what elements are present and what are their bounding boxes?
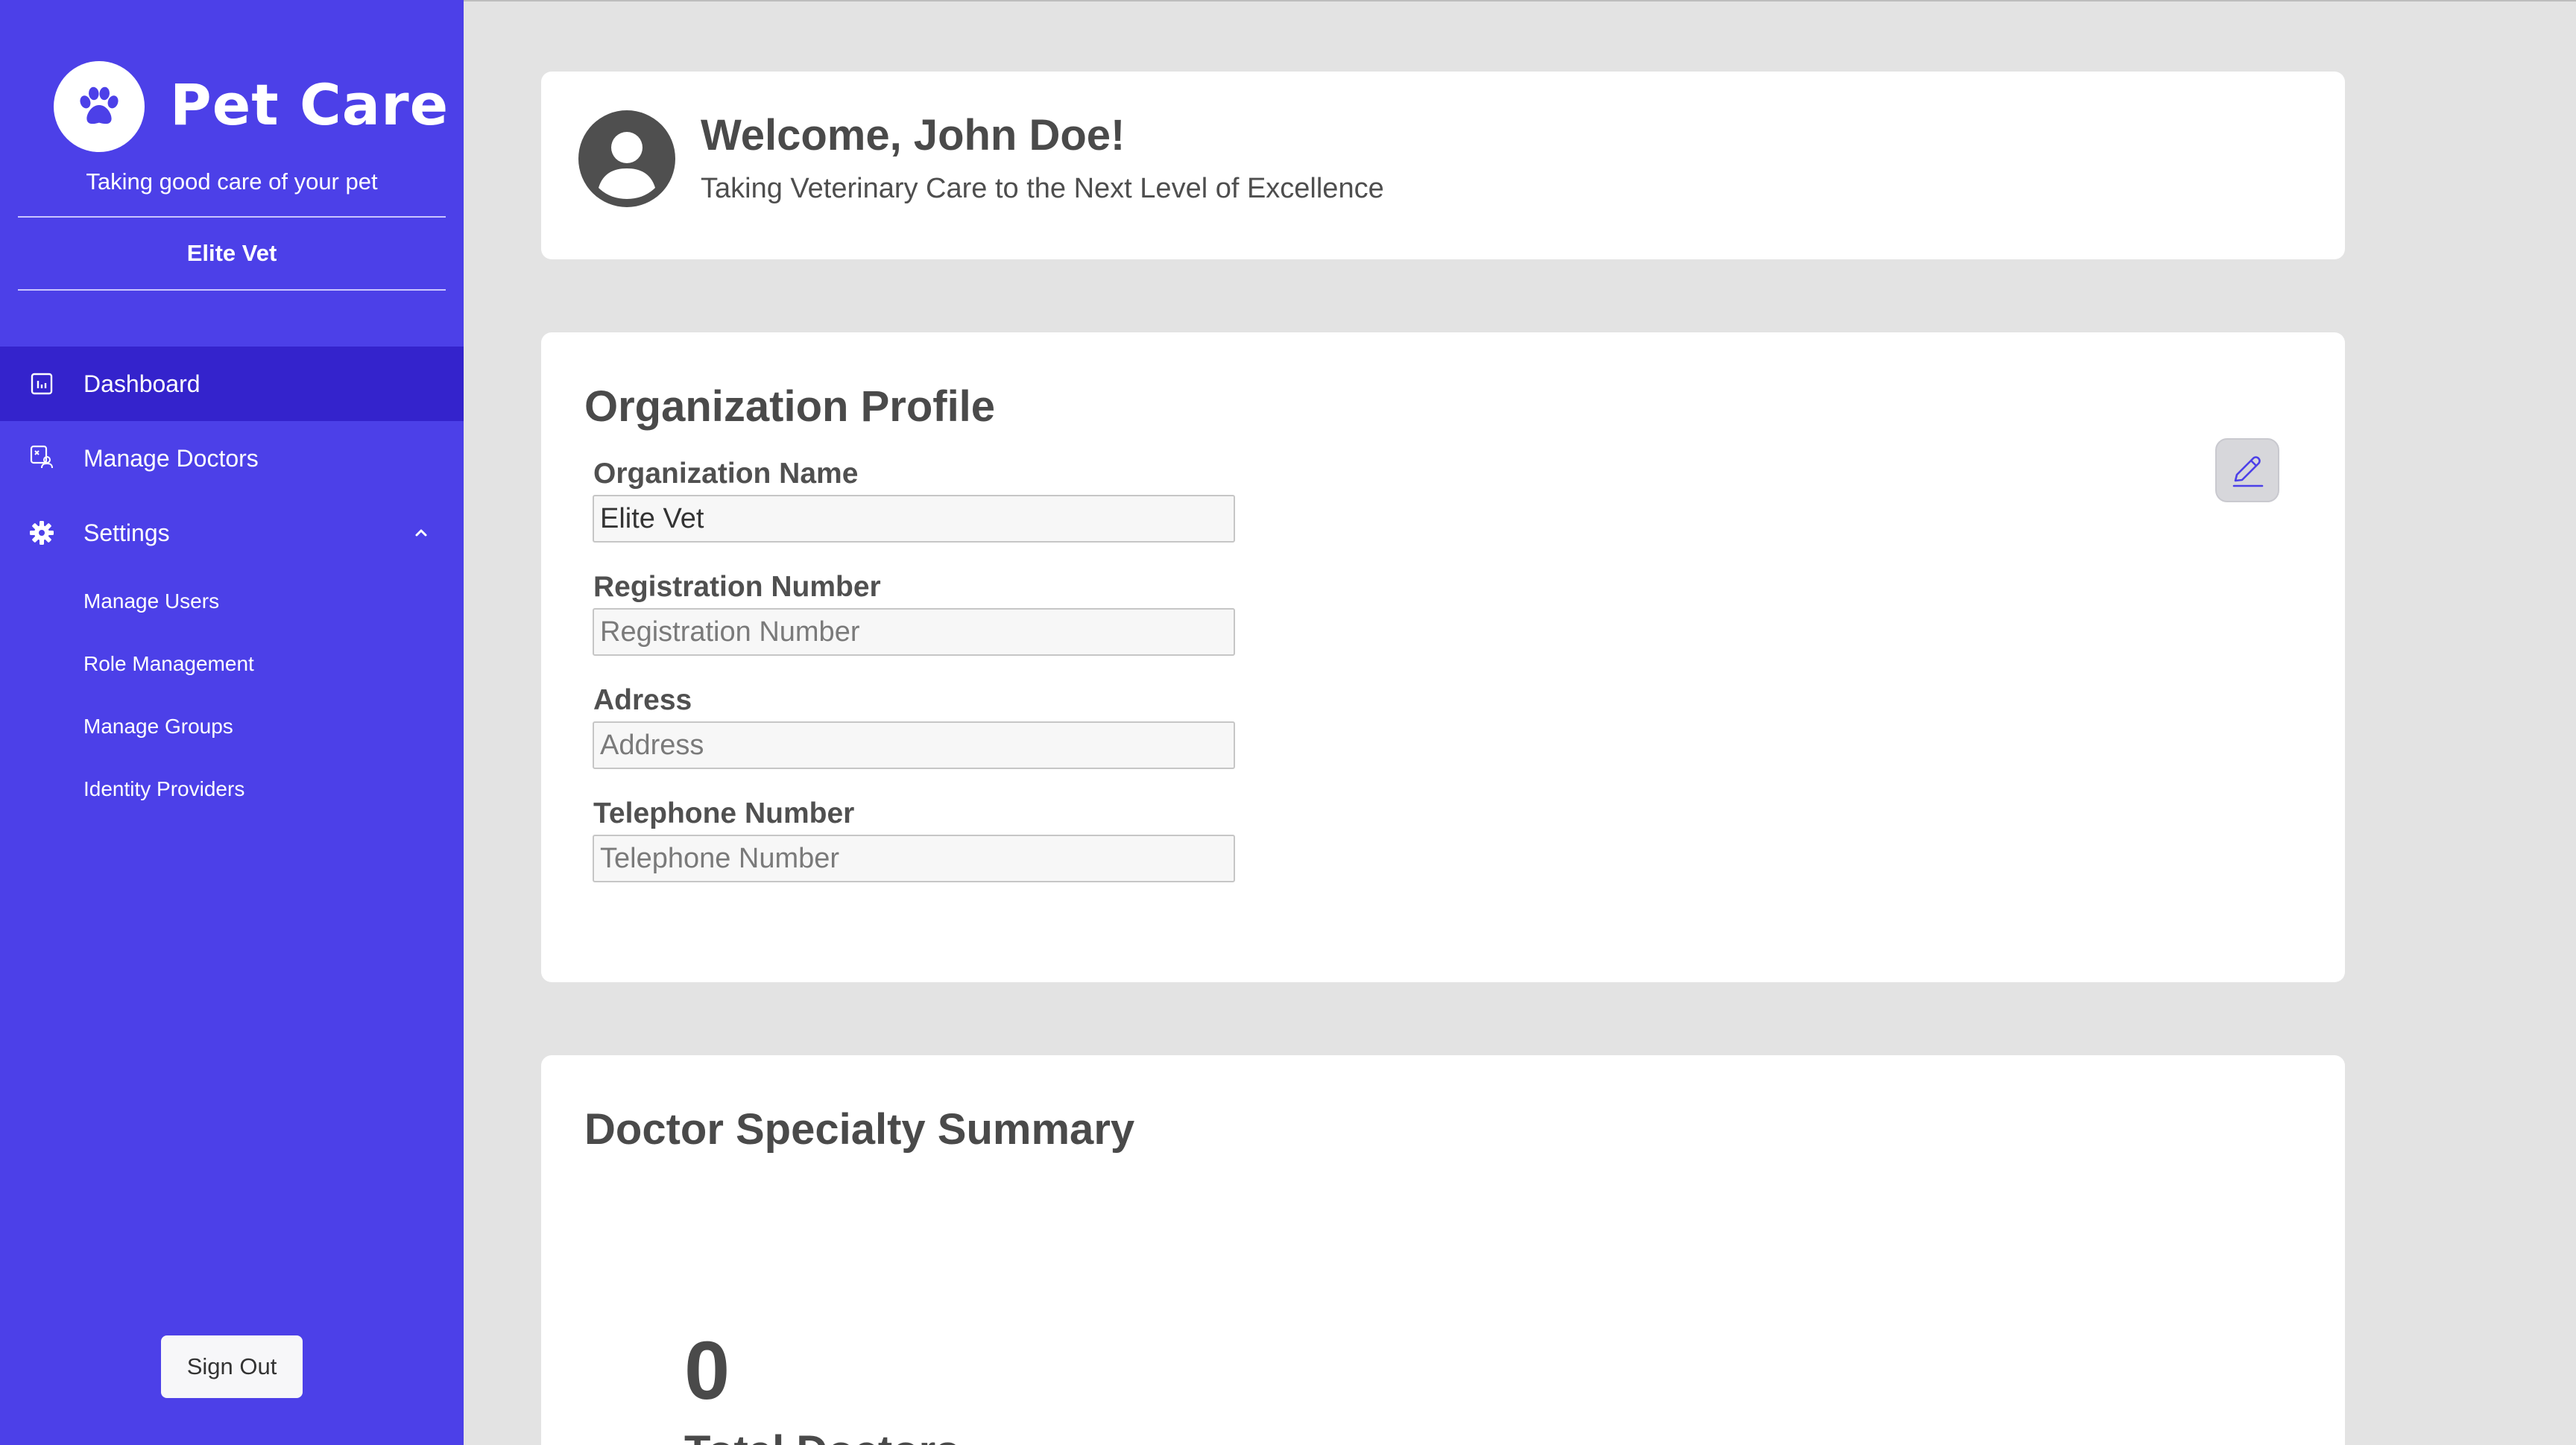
nav-label-settings: Settings [83,519,170,546]
total-doctors-count: 0 [684,1325,730,1417]
nav-subitem-identity-providers[interactable]: Identity Providers [83,777,244,801]
registration-number-input[interactable] [593,608,1235,656]
brand-block: Pet Care Taking good care of your pet El… [0,0,464,298]
edit-profile-button[interactable] [2215,438,2279,502]
sign-out-button[interactable]: Sign Out [161,1335,303,1398]
user-avatar-icon [578,110,675,207]
organization-name-input[interactable] [593,495,1235,543]
nav-label-dashboard: Dashboard [83,370,201,397]
nav-subitem-manage-users[interactable]: Manage Users [83,589,219,613]
nav-label-manage-doctors: Manage Doctors [83,444,259,472]
doctors-icon [30,445,53,469]
nav-item-settings[interactable]: Settings [0,496,464,570]
organization-profile-title: Organization Profile [584,382,996,431]
chevron-up-icon[interactable] [410,522,432,544]
nav-subitem-role-management[interactable]: Role Management [83,652,254,676]
brand-name: Pet Care [170,72,449,138]
welcome-card: Welcome, John Doe! Taking Veterinary Car… [541,72,2345,259]
organization-name: Elite Vet [186,240,277,266]
total-doctors-label: Total Doctors [684,1426,960,1445]
nav-item-dashboard[interactable]: Dashboard [0,347,464,421]
nav-subitem-manage-groups[interactable]: Manage Groups [83,715,233,739]
sidebar-divider-bottom [18,289,446,291]
telephone-number-label: Telephone Number [593,797,855,829]
welcome-subtitle: Taking Veterinary Care to the Next Level… [701,173,1384,204]
paw-icon [80,86,119,124]
doctor-specialty-title: Doctor Specialty Summary [584,1105,1135,1154]
doctor-specialty-card: Doctor Specialty Summary 0 Total Doctors [541,1055,2345,1445]
address-label: Adress [593,684,692,716]
logo [54,61,145,152]
brand-tagline: Taking good care of your pet [86,168,378,195]
telephone-number-input[interactable] [593,835,1235,882]
nav-item-manage-doctors[interactable]: Manage Doctors [0,421,464,496]
address-input[interactable] [593,721,1235,769]
organization-profile-card: Organization Profile Organization Name R… [541,332,2345,982]
welcome-title: Welcome, John Doe! [701,111,1126,159]
sidebar-divider-top [18,216,446,218]
registration-number-label: Registration Number [593,571,881,603]
sidebar: Pet Care Taking good care of your pet El… [0,0,464,1445]
organization-name-label: Organization Name [593,458,859,490]
pencil-icon [2232,456,2264,487]
app: Pet Care Taking good care of your pet El… [0,0,2576,1445]
gear-icon [30,521,54,545]
dashboard-icon [31,373,53,395]
